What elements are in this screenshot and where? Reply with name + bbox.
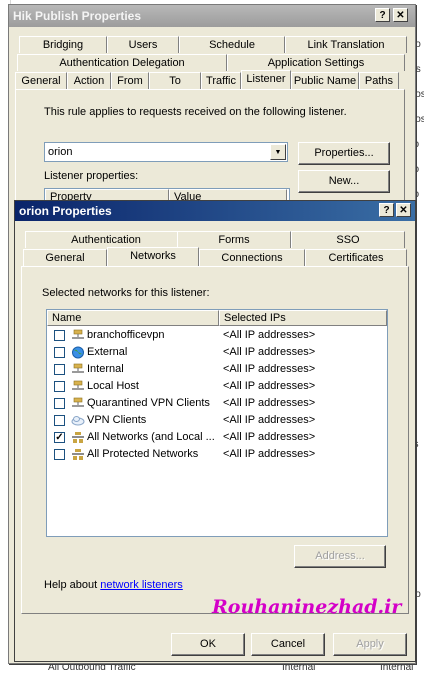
network-row[interactable]: branchofficevpn <All IP addresses>: [47, 327, 385, 344]
rule-description: This rule applies to requests received o…: [44, 106, 347, 118]
network-selected-ips: <All IP addresses>: [223, 431, 316, 443]
outer-help-button[interactable]: ?: [375, 8, 390, 22]
tab-networks[interactable]: Networks: [107, 247, 199, 266]
network-checkbox[interactable]: [54, 381, 65, 392]
networks-tab-panel: Selected networks for this listener: Nam…: [21, 266, 409, 614]
network-checkbox[interactable]: [54, 364, 65, 375]
inner-dialog: orion Properties ? ✕ Authentication Form…: [14, 200, 416, 662]
inner-titlebar[interactable]: orion Properties ? ✕: [15, 201, 415, 221]
column-header-selected-ips[interactable]: Selected IPs: [219, 310, 387, 326]
new-listener-button[interactable]: New...: [298, 170, 390, 193]
globe-icon: [71, 346, 85, 359]
tab-paths[interactable]: Paths: [359, 72, 399, 89]
apply-button[interactable]: Apply: [333, 633, 407, 656]
tab-authentication[interactable]: Authentication: [25, 231, 187, 248]
tab-traffic[interactable]: Traffic: [201, 72, 241, 89]
outer-title: Hik Publish Properties: [13, 9, 142, 23]
network-icon: [71, 329, 85, 342]
inner-title: orion Properties: [19, 204, 112, 218]
tab-public-name[interactable]: Public Name: [291, 72, 359, 89]
network-icon: [71, 363, 85, 376]
tab-link-translation[interactable]: Link Translation: [285, 36, 407, 53]
network-row[interactable]: VPN Clients <All IP addresses>: [47, 412, 385, 429]
cloud-icon: [71, 414, 85, 427]
chevron-down-icon[interactable]: ▼: [270, 144, 286, 160]
outer-titlebar[interactable]: Hik Publish Properties ? ✕: [9, 5, 415, 27]
network-icon: [71, 397, 85, 410]
selected-networks-label: Selected networks for this listener:: [42, 287, 210, 299]
network-row[interactable]: Quarantined VPN Clients <All IP addresses…: [47, 395, 385, 412]
tab-certificates[interactable]: Certificates: [305, 249, 407, 266]
listener-properties-label: Listener properties:: [44, 170, 139, 182]
properties-button[interactable]: Properties...: [298, 142, 390, 165]
network-selected-ips: <All IP addresses>: [223, 329, 316, 341]
tab-from[interactable]: From: [111, 72, 149, 89]
networks-list[interactable]: Name Selected IPs branchofficevpn <All IP…: [46, 309, 388, 537]
network-name: Internal: [87, 363, 124, 375]
help-text: Help about network listeners: [44, 579, 183, 591]
network-selected-ips: <All IP addresses>: [223, 448, 316, 460]
tab-listener[interactable]: Listener: [241, 70, 291, 89]
network-checkbox[interactable]: ✓: [54, 432, 65, 443]
network-name: VPN Clients: [87, 414, 147, 426]
network-checkbox[interactable]: [54, 415, 65, 426]
tab-sso[interactable]: SSO: [291, 231, 405, 248]
network-set-icon: [71, 448, 85, 461]
network-selected-ips: <All IP addresses>: [223, 414, 316, 426]
tab-to[interactable]: To: [149, 72, 201, 89]
network-name: Quarantined VPN Clients: [87, 397, 210, 409]
network-checkbox[interactable]: [54, 398, 65, 409]
network-row[interactable]: ✓ All Networks (and Local ... <All IP addr…: [47, 429, 385, 446]
network-name: External: [87, 346, 128, 358]
network-name: All Networks (and Local ...: [87, 431, 215, 443]
tab-bridging[interactable]: Bridging: [19, 36, 107, 53]
help-prefix: Help about: [44, 579, 101, 591]
tab-action[interactable]: Action: [67, 72, 111, 89]
network-selected-ips: <All IP addresses>: [223, 346, 316, 358]
inner-close-button[interactable]: ✕: [396, 203, 411, 217]
ok-button[interactable]: OK: [171, 633, 245, 656]
network-row[interactable]: External <All IP addresses>: [47, 344, 385, 361]
network-checkbox[interactable]: [54, 449, 65, 460]
tab-general-inner[interactable]: General: [23, 249, 107, 266]
listener-select[interactable]: orion ▼: [44, 142, 288, 162]
tab-general[interactable]: General: [15, 72, 67, 89]
network-name: Local Host: [87, 380, 139, 392]
network-selected-ips: <All IP addresses>: [223, 380, 316, 392]
network-checkbox[interactable]: [54, 330, 65, 341]
network-selected-ips: <All IP addresses>: [223, 397, 316, 409]
network-row[interactable]: All Protected Networks <All IP addresses>: [47, 446, 385, 463]
network-row[interactable]: Local Host <All IP addresses>: [47, 378, 385, 395]
network-name: branchofficevpn: [87, 329, 165, 341]
cancel-button[interactable]: Cancel: [251, 633, 325, 656]
inner-help-button[interactable]: ?: [379, 203, 394, 217]
network-name: All Protected Networks: [87, 448, 199, 460]
help-link-network-listeners[interactable]: network listeners: [100, 579, 183, 591]
address-button[interactable]: Address...: [294, 545, 386, 568]
network-set-icon: [71, 431, 85, 444]
tab-application-settings[interactable]: Application Settings: [227, 54, 405, 71]
tab-connections[interactable]: Connections: [199, 249, 305, 266]
network-row[interactable]: Internal <All IP addresses>: [47, 361, 385, 378]
network-checkbox[interactable]: [54, 347, 65, 358]
column-header-name[interactable]: Name: [47, 310, 219, 326]
tab-schedule[interactable]: Schedule: [179, 36, 285, 53]
tab-authentication-delegation[interactable]: Authentication Delegation: [17, 54, 227, 71]
tab-forms[interactable]: Forms: [177, 231, 291, 248]
network-icon: [71, 380, 85, 393]
listener-select-value: orion: [48, 146, 73, 158]
outer-close-button[interactable]: ✕: [393, 8, 408, 22]
network-selected-ips: <All IP addresses>: [223, 363, 316, 375]
tab-users[interactable]: Users: [107, 36, 179, 53]
watermark-text: Rouhaninezhad.ir: [212, 596, 402, 618]
